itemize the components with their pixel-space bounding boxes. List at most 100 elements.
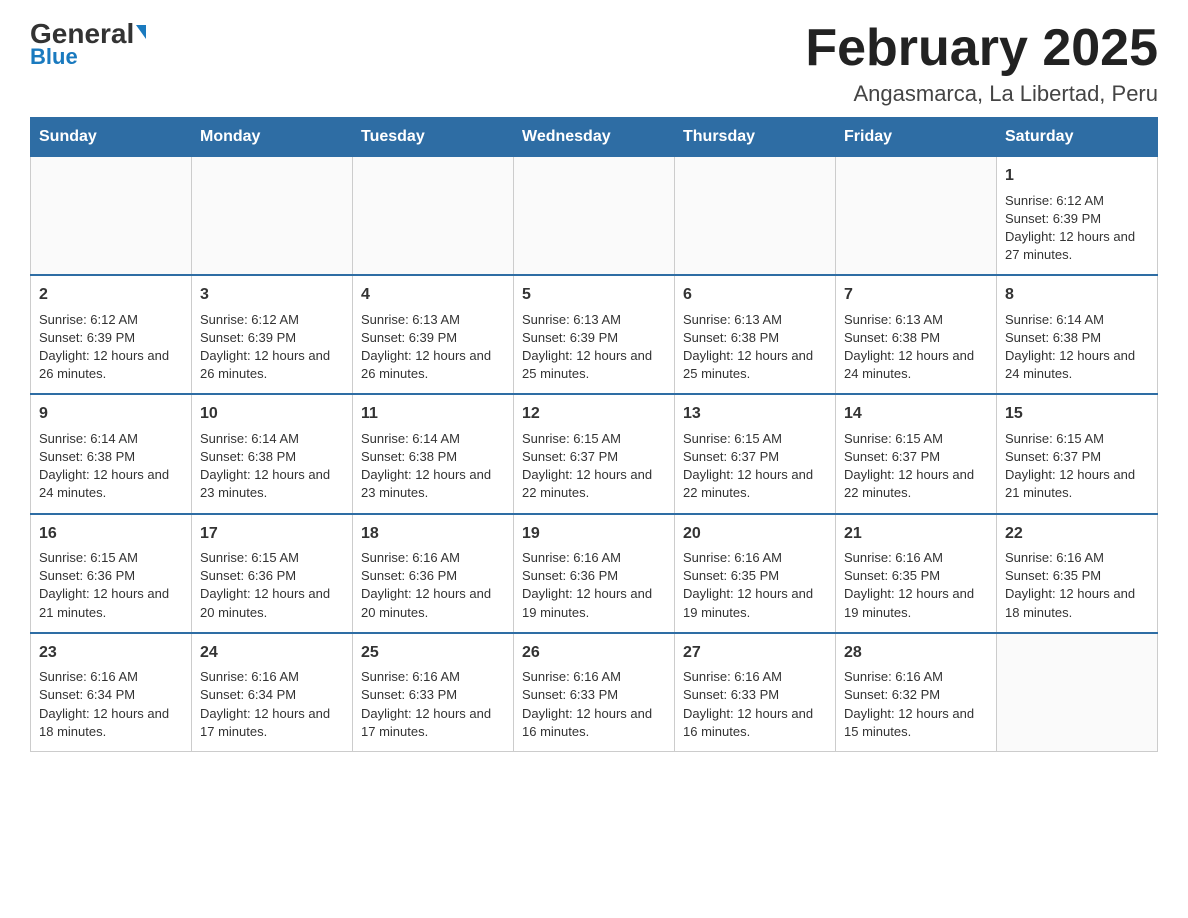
day-number: 18	[361, 523, 505, 545]
header-wednesday: Wednesday	[514, 118, 675, 157]
calendar-cell: 20 Sunrise: 6:16 AM Sunset: 6:35 PM Dayli…	[675, 514, 836, 633]
day-number: 4	[361, 284, 505, 306]
day-number: 9	[39, 403, 183, 425]
calendar-cell: 21 Sunrise: 6:16 AM Sunset: 6:35 PM Dayli…	[836, 514, 997, 633]
calendar-cell: 8 Sunrise: 6:14 AM Sunset: 6:38 PM Daylig…	[997, 275, 1158, 394]
day-info: Sunrise: 6:15 AM Sunset: 6:37 PM Dayligh…	[1005, 430, 1149, 503]
day-info: Sunrise: 6:13 AM Sunset: 6:39 PM Dayligh…	[361, 311, 505, 384]
day-info: Sunrise: 6:16 AM Sunset: 6:35 PM Dayligh…	[1005, 549, 1149, 622]
day-number: 1	[1005, 165, 1149, 187]
day-info: Sunrise: 6:16 AM Sunset: 6:34 PM Dayligh…	[39, 668, 183, 741]
header-saturday: Saturday	[997, 118, 1158, 157]
day-info: Sunrise: 6:16 AM Sunset: 6:33 PM Dayligh…	[361, 668, 505, 741]
calendar-cell: 12Sunrise: 6:15 AM Sunset: 6:37 PM Dayli…	[514, 394, 675, 513]
day-info: Sunrise: 6:14 AM Sunset: 6:38 PM Dayligh…	[200, 430, 344, 503]
calendar-cell: 18Sunrise: 6:16 AM Sunset: 6:36 PM Dayli…	[353, 514, 514, 633]
day-info: Sunrise: 6:16 AM Sunset: 6:35 PM Dayligh…	[683, 549, 827, 622]
header-sunday: Sunday	[31, 118, 192, 157]
day-number: 19	[522, 523, 666, 545]
day-info: Sunrise: 6:14 AM Sunset: 6:38 PM Dayligh…	[1005, 311, 1149, 384]
day-number: 5	[522, 284, 666, 306]
month-title: February 2025	[805, 20, 1158, 77]
calendar-cell	[836, 157, 997, 276]
calendar-cell: 7 Sunrise: 6:13 AM Sunset: 6:38 PM Daylig…	[836, 275, 997, 394]
calendar-week-row: 1 Sunrise: 6:12 AM Sunset: 6:39 PM Daylig…	[31, 157, 1158, 276]
day-number: 6	[683, 284, 827, 306]
calendar-cell: 14 Sunrise: 6:15 AM Sunset: 6:37 PM Dayli…	[836, 394, 997, 513]
calendar-cell: 13 Sunrise: 6:15 AM Sunset: 6:37 PM Dayli…	[675, 394, 836, 513]
header-friday: Friday	[836, 118, 997, 157]
day-info: Sunrise: 6:15 AM Sunset: 6:37 PM Dayligh…	[844, 430, 988, 503]
calendar-week-row: 23 Sunrise: 6:16 AM Sunset: 6:34 PM Dayli…	[31, 633, 1158, 752]
day-info: Sunrise: 6:13 AM Sunset: 6:38 PM Dayligh…	[683, 311, 827, 384]
day-number: 25	[361, 642, 505, 664]
calendar-cell	[514, 157, 675, 276]
calendar-cell: 27Sunrise: 6:16 AM Sunset: 6:33 PM Dayli…	[675, 633, 836, 752]
day-number: 21	[844, 523, 988, 545]
day-info: Sunrise: 6:14 AM Sunset: 6:38 PM Dayligh…	[361, 430, 505, 503]
calendar-cell: 26 Sunrise: 6:16 AM Sunset: 6:33 PM Dayli…	[514, 633, 675, 752]
day-number: 2	[39, 284, 183, 306]
day-number: 16	[39, 523, 183, 545]
day-info: Sunrise: 6:13 AM Sunset: 6:38 PM Dayligh…	[844, 311, 988, 384]
day-number: 26	[522, 642, 666, 664]
day-info: Sunrise: 6:14 AM Sunset: 6:38 PM Dayligh…	[39, 430, 183, 503]
header-tuesday: Tuesday	[353, 118, 514, 157]
calendar-cell: 4 Sunrise: 6:13 AM Sunset: 6:39 PM Daylig…	[353, 275, 514, 394]
calendar-week-row: 16 Sunrise: 6:15 AM Sunset: 6:36 PM Dayli…	[31, 514, 1158, 633]
logo-triangle-icon	[136, 25, 146, 39]
day-number: 8	[1005, 284, 1149, 306]
day-info: Sunrise: 6:15 AM Sunset: 6:36 PM Dayligh…	[200, 549, 344, 622]
calendar-cell	[31, 157, 192, 276]
calendar-cell: 22 Sunrise: 6:16 AM Sunset: 6:35 PM Dayli…	[997, 514, 1158, 633]
page-header: General Blue February 2025 Angasmarca, L…	[30, 20, 1158, 107]
calendar-cell: 1 Sunrise: 6:12 AM Sunset: 6:39 PM Daylig…	[997, 157, 1158, 276]
calendar-cell: 28 Sunrise: 6:16 AM Sunset: 6:32 PM Dayli…	[836, 633, 997, 752]
day-info: Sunrise: 6:15 AM Sunset: 6:37 PM Dayligh…	[683, 430, 827, 503]
calendar-cell: 17 Sunrise: 6:15 AM Sunset: 6:36 PM Dayli…	[192, 514, 353, 633]
calendar-cell: 24Sunrise: 6:16 AM Sunset: 6:34 PM Dayli…	[192, 633, 353, 752]
day-number: 14	[844, 403, 988, 425]
calendar-cell	[997, 633, 1158, 752]
day-number: 10	[200, 403, 344, 425]
day-number: 17	[200, 523, 344, 545]
day-info: Sunrise: 6:16 AM Sunset: 6:33 PM Dayligh…	[522, 668, 666, 741]
location-title: Angasmarca, La Libertad, Peru	[805, 81, 1158, 107]
day-info: Sunrise: 6:16 AM Sunset: 6:36 PM Dayligh…	[522, 549, 666, 622]
day-info: Sunrise: 6:16 AM Sunset: 6:32 PM Dayligh…	[844, 668, 988, 741]
calendar-cell: 15 Sunrise: 6:15 AM Sunset: 6:37 PM Dayli…	[997, 394, 1158, 513]
header-monday: Monday	[192, 118, 353, 157]
day-info: Sunrise: 6:12 AM Sunset: 6:39 PM Dayligh…	[200, 311, 344, 384]
day-number: 3	[200, 284, 344, 306]
day-number: 13	[683, 403, 827, 425]
calendar-cell: 2 Sunrise: 6:12 AM Sunset: 6:39 PM Daylig…	[31, 275, 192, 394]
day-info: Sunrise: 6:12 AM Sunset: 6:39 PM Dayligh…	[39, 311, 183, 384]
day-number: 28	[844, 642, 988, 664]
calendar-cell: 9 Sunrise: 6:14 AM Sunset: 6:38 PM Daylig…	[31, 394, 192, 513]
weekday-header-row: Sunday Monday Tuesday Wednesday Thursday…	[31, 118, 1158, 157]
day-number: 20	[683, 523, 827, 545]
day-number: 22	[1005, 523, 1149, 545]
day-info: Sunrise: 6:15 AM Sunset: 6:36 PM Dayligh…	[39, 549, 183, 622]
day-number: 24	[200, 642, 344, 664]
calendar-cell: 19 Sunrise: 6:16 AM Sunset: 6:36 PM Dayli…	[514, 514, 675, 633]
day-info: Sunrise: 6:16 AM Sunset: 6:35 PM Dayligh…	[844, 549, 988, 622]
calendar-cell	[192, 157, 353, 276]
calendar-cell: 6 Sunrise: 6:13 AM Sunset: 6:38 PM Daylig…	[675, 275, 836, 394]
title-section: February 2025 Angasmarca, La Libertad, P…	[805, 20, 1158, 107]
day-info: Sunrise: 6:12 AM Sunset: 6:39 PM Dayligh…	[1005, 192, 1149, 265]
calendar-cell: 10 Sunrise: 6:14 AM Sunset: 6:38 PM Dayli…	[192, 394, 353, 513]
calendar-table: Sunday Monday Tuesday Wednesday Thursday…	[30, 117, 1158, 752]
day-number: 23	[39, 642, 183, 664]
day-number: 15	[1005, 403, 1149, 425]
day-number: 7	[844, 284, 988, 306]
calendar-cell	[353, 157, 514, 276]
calendar-cell	[675, 157, 836, 276]
day-number: 27	[683, 642, 827, 664]
day-number: 12	[522, 403, 666, 425]
day-info: Sunrise: 6:13 AM Sunset: 6:39 PM Dayligh…	[522, 311, 666, 384]
calendar-cell: 16 Sunrise: 6:15 AM Sunset: 6:36 PM Dayli…	[31, 514, 192, 633]
calendar-cell: 11 Sunrise: 6:14 AM Sunset: 6:38 PM Dayli…	[353, 394, 514, 513]
logo-blue: Blue	[30, 44, 78, 70]
day-number: 11	[361, 403, 505, 425]
